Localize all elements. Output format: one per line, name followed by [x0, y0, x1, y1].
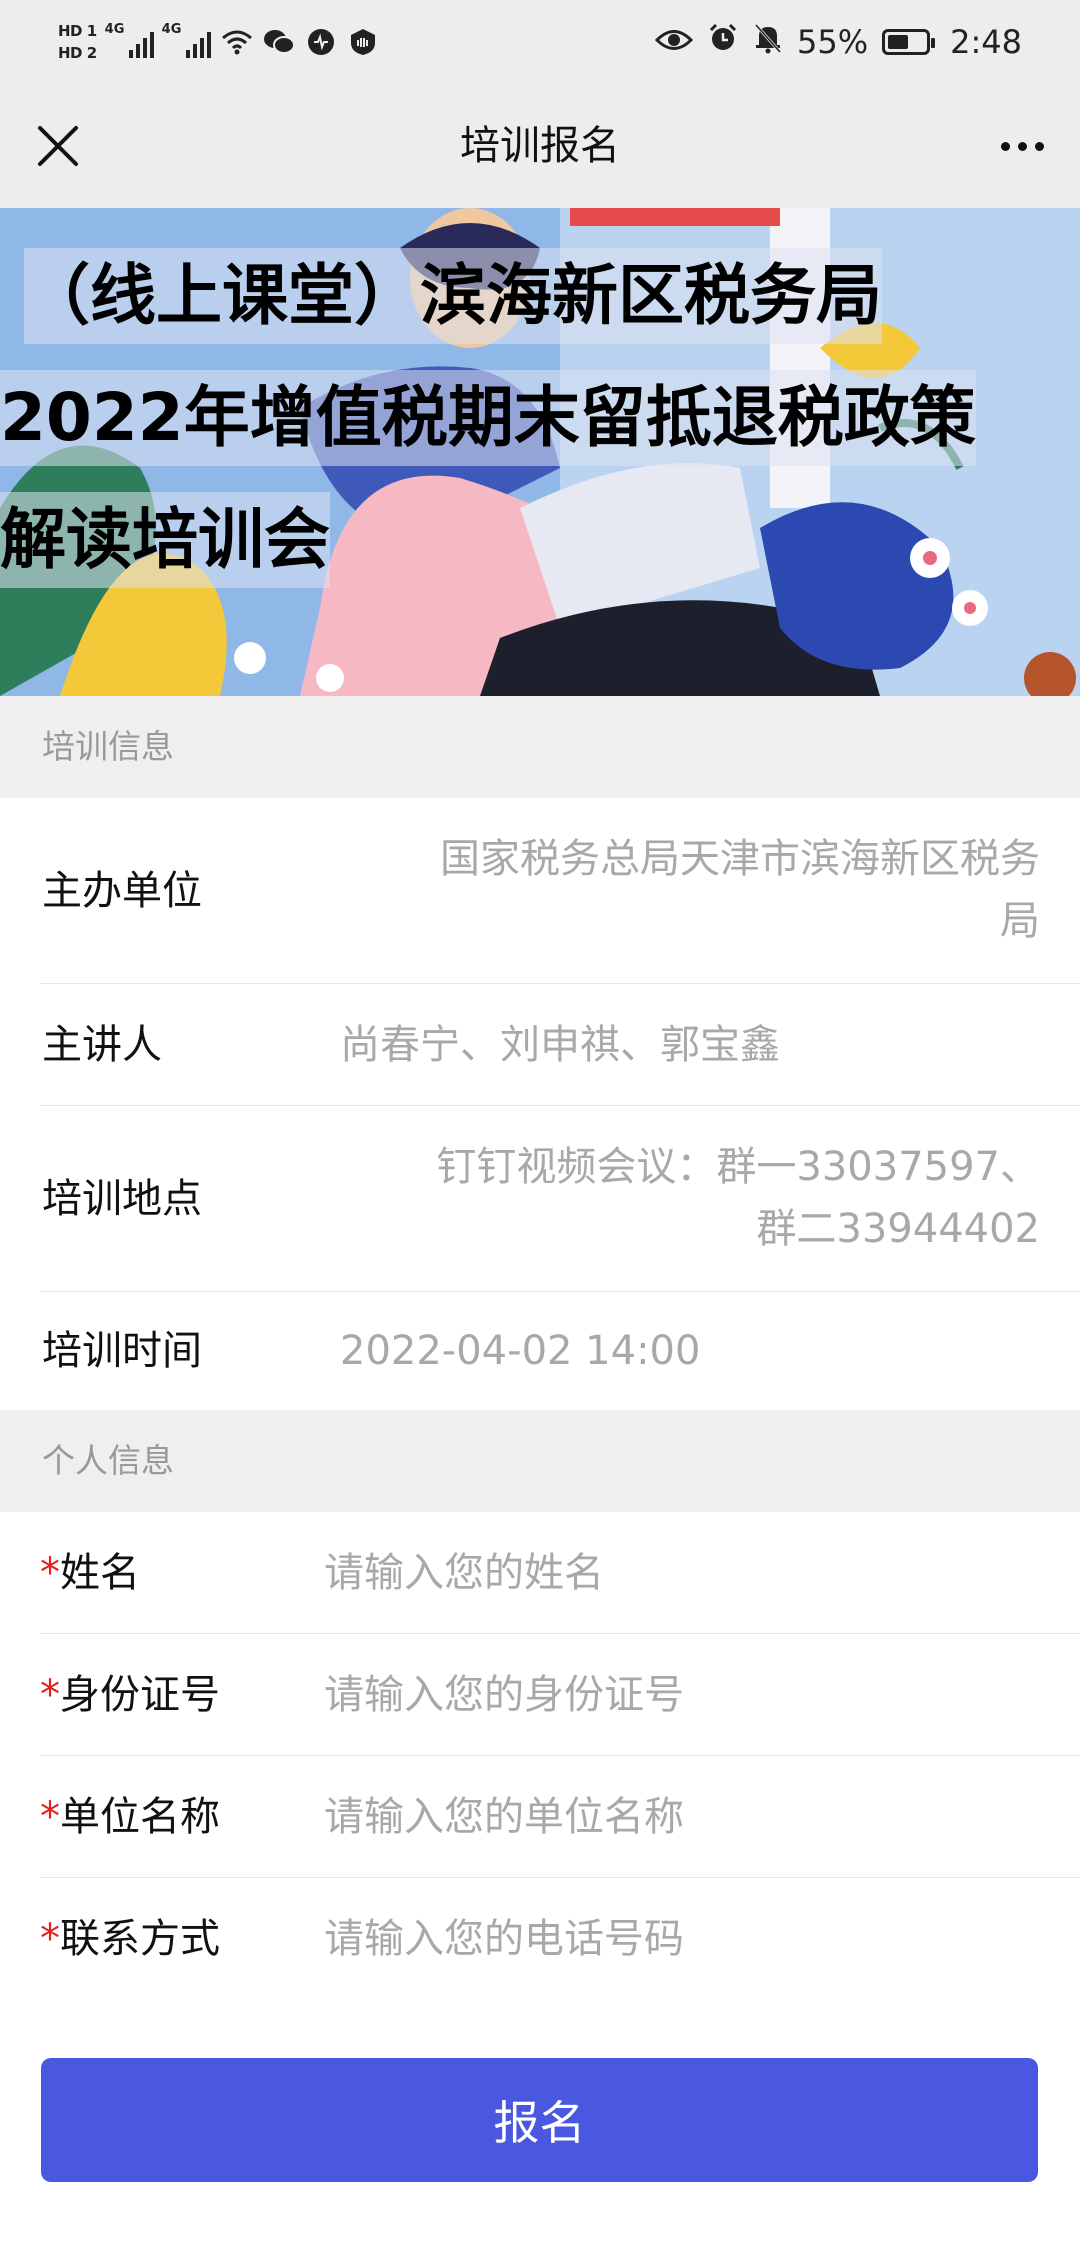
info-label: 主讲人 — [42, 1022, 162, 1068]
banner-title-line3: 解读培训会 — [0, 492, 330, 588]
company-input[interactable] — [324, 1780, 1024, 1854]
hd-indicator: HD 1 HD 2 — [58, 22, 97, 62]
required-mark: * — [40, 1550, 60, 1596]
info-value: 钉钉视频会议：群一33037597、 群二33944402 — [436, 1136, 1040, 1260]
info-row-location: 培训地点 钉钉视频会议：群一33037597、 群二33944402 — [40, 1106, 1080, 1292]
form-row-company: *单位名称 — [40, 1756, 1080, 1878]
signal-icon: 4G — [105, 22, 154, 58]
info-value-line1: 国家税务总局天津市滨海新区税务 — [440, 836, 1040, 882]
form-label: *单位名称 — [40, 1756, 220, 1878]
section-personal-info: 个人信息 — [0, 1410, 1080, 1512]
register-button[interactable]: 报名 — [41, 2058, 1038, 2182]
page-title: 培训报名 — [460, 123, 620, 169]
form-label-text: 身份证号 — [60, 1672, 220, 1718]
status-bar-right: 55% 2:48 — [654, 8, 1022, 76]
id-number-input[interactable] — [324, 1658, 1024, 1732]
battery-icon — [882, 29, 936, 55]
form-label: *身份证号 — [40, 1634, 220, 1756]
training-info-list: 主办单位 国家税务总局天津市滨海新区税务 局 主讲人 尚春宁、刘申祺、郭宝鑫 培… — [0, 798, 1080, 1410]
info-row-speakers: 主讲人 尚春宁、刘申祺、郭宝鑫 — [40, 984, 1080, 1106]
required-mark: * — [40, 1916, 60, 1962]
banner-title-line2: 2022年增值税期末留抵退税政策 — [0, 370, 976, 466]
banner: （线上课堂）滨海新区税务局 2022年增值税期末留抵退税政策 解读培训会 — [0, 208, 1080, 696]
info-value-line2: 局 — [1000, 898, 1040, 944]
form-label-text: 姓名 — [60, 1550, 140, 1596]
info-value: 国家税务总局天津市滨海新区税务 局 — [440, 828, 1040, 952]
form-row-id-number: *身份证号 — [40, 1634, 1080, 1756]
signal2-label: 4G — [161, 22, 182, 37]
banner-title: （线上课堂）滨海新区税务局 2022年增值税期末留抵退税政策 解读培训会 — [0, 248, 1080, 614]
info-value-line2: 群二33944402 — [756, 1206, 1040, 1252]
status-bar: HD 1 HD 2 4G 4G 55% 2:48 — [0, 0, 1080, 84]
status-bar-left: HD 1 HD 2 4G 4G — [58, 8, 379, 76]
info-label: 培训时间 — [42, 1328, 202, 1374]
hd1-label: HD 1 — [58, 22, 97, 40]
banner-title-line1: （线上课堂）滨海新区税务局 — [24, 248, 882, 344]
form-row-name: *姓名 — [40, 1512, 1080, 1634]
battery-percent: 55% — [797, 23, 869, 61]
clock: 2:48 — [950, 23, 1022, 61]
info-row-time: 培训时间 2022-04-02 14:00 — [40, 1292, 1080, 1410]
signal1-label: 4G — [104, 22, 125, 37]
form-row-phone: *联系方式 — [40, 1878, 1080, 2000]
info-value-line1: 钉钉视频会议：群一33037597、 — [436, 1144, 1040, 1190]
info-value: 尚春宁、刘申祺、郭宝鑫 — [340, 1022, 780, 1068]
more-icon[interactable] — [994, 118, 1050, 174]
title-bar: 培训报名 — [0, 84, 1080, 208]
form-label-text: 联系方式 — [60, 1916, 220, 1962]
mute-bell-icon — [753, 22, 783, 62]
info-label: 主办单位 — [42, 868, 202, 914]
form-label: *联系方式 — [40, 1878, 220, 2000]
required-mark: * — [40, 1672, 60, 1718]
name-input[interactable] — [324, 1536, 1024, 1610]
eye-icon — [654, 23, 694, 61]
required-mark: * — [40, 1794, 60, 1840]
alarm-icon — [707, 22, 739, 62]
form-label: *姓名 — [40, 1512, 140, 1634]
battery-level — [888, 35, 909, 49]
info-value: 2022-04-02 14:00 — [340, 1328, 701, 1374]
info-row-organizer: 主办单位 国家税务总局天津市滨海新区税务 局 — [40, 798, 1080, 984]
wechat-icon — [263, 26, 295, 58]
section-training-info: 培训信息 — [0, 696, 1080, 798]
shield-icon — [347, 26, 379, 58]
personal-info-form: *姓名 *身份证号 *单位名称 *联系方式 — [0, 1512, 1080, 2000]
hd2-label: HD 2 — [58, 44, 97, 62]
signal-icon: 4G — [162, 22, 211, 58]
app-icon — [305, 26, 337, 58]
phone-input[interactable] — [324, 1902, 1024, 1976]
form-label-text: 单位名称 — [60, 1794, 220, 1840]
wifi-icon — [221, 26, 253, 58]
info-label: 培训地点 — [42, 1176, 202, 1222]
